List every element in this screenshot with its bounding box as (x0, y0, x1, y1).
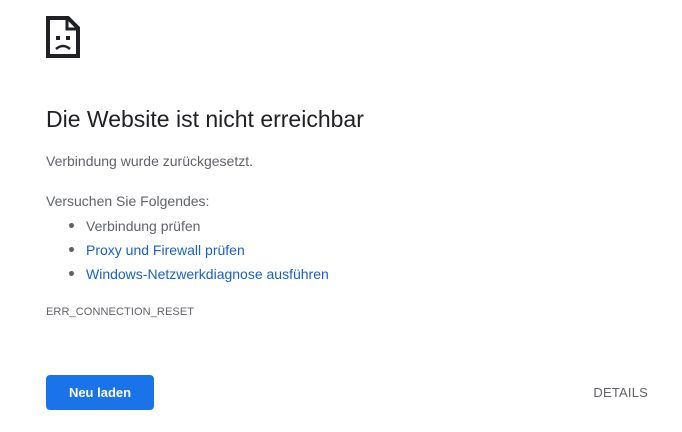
details-button[interactable]: DETAILS (593, 380, 648, 404)
suggestions-intro: Versuchen Sie Folgendes: (46, 193, 210, 209)
reload-button[interactable]: Neu laden (46, 375, 154, 410)
proxy-firewall-link[interactable]: Proxy und Firewall prüfen (86, 242, 245, 258)
suggestion-item-proxy-firewall: Proxy und Firewall prüfen (46, 241, 329, 265)
page-title: Die Website ist nicht erreichbar (46, 106, 364, 132)
bullet-icon (69, 271, 74, 276)
suggestion-item-network-diagnostics: Windows-Netzwerkdiagnose ausführen (46, 265, 329, 289)
bullet-icon (69, 223, 74, 228)
suggestion-item-check-connection: Verbindung prüfen (46, 217, 329, 241)
network-diagnostics-link[interactable]: Windows-Netzwerkdiagnose ausführen (86, 266, 329, 282)
bullet-icon (69, 247, 74, 252)
error-code: ERR_CONNECTION_RESET (46, 306, 195, 318)
suggestions-list: Verbindung prüfen Proxy und Firewall prü… (46, 217, 329, 289)
suggestion-label: Verbindung prüfen (86, 218, 201, 234)
sad-page-icon (46, 16, 80, 58)
error-summary: Verbindung wurde zurückgesetzt. (46, 153, 254, 169)
